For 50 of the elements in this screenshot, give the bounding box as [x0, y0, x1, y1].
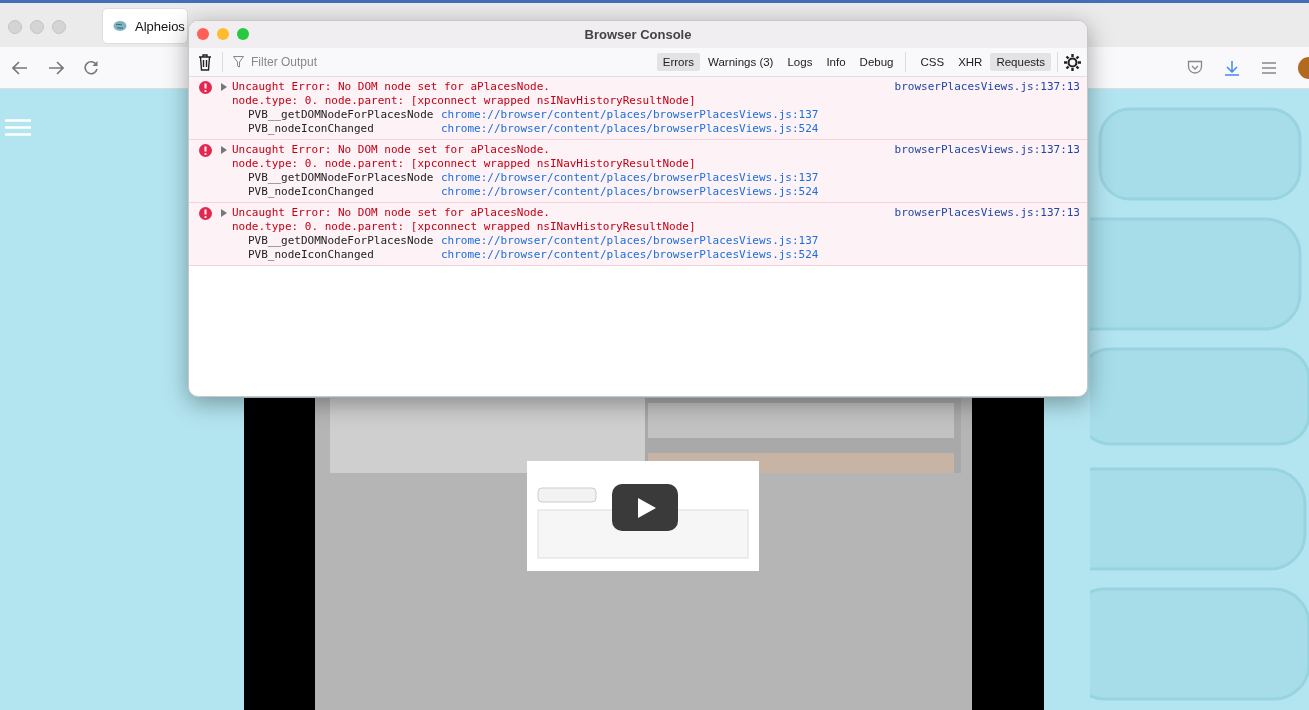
- error-icon: [199, 144, 212, 157]
- close-window-button[interactable]: [197, 28, 209, 40]
- error-icon: [199, 207, 212, 220]
- play-button[interactable]: [612, 484, 678, 531]
- error-message: Uncaught Error: No DOM node set for aPlacesNode.: [232, 143, 551, 157]
- function-name: PVB__getDOMNodeForPlacesNode: [248, 108, 435, 122]
- function-name: PVB_nodeIconChanged: [248, 122, 375, 136]
- pocket-icon[interactable]: [1187, 60, 1203, 75]
- source-link[interactable]: chrome://browser/content/places/browserPlacesViews.js:137: [441, 108, 819, 122]
- source-link[interactable]: chrome://browser/content/places/browserPlacesViews.js:524: [441, 185, 819, 199]
- filter-toggle[interactable]: Requests: [990, 53, 1051, 71]
- function-name: PVB_nodeIconChanged: [248, 248, 375, 262]
- menu-icon[interactable]: [1261, 61, 1277, 74]
- filter-toggle[interactable]: CSS: [914, 53, 951, 71]
- source-link[interactable]: browserPlacesViews.js:137:13: [894, 143, 1080, 171]
- trash-icon[interactable]: [198, 53, 212, 71]
- play-icon: [637, 496, 657, 519]
- error-message: Uncaught Error: No DOM node set for aPlacesNode.: [232, 206, 551, 220]
- filter-toggle[interactable]: Info: [820, 53, 852, 71]
- reload-icon[interactable]: [84, 60, 99, 75]
- source-link[interactable]: browserPlacesViews.js:137:13: [894, 80, 1080, 108]
- source-link[interactable]: chrome://browser/content/places/browserPlacesViews.js:524: [441, 248, 819, 262]
- expand-arrow-icon[interactable]: [221, 146, 227, 154]
- forward-icon[interactable]: [48, 60, 64, 75]
- back-icon[interactable]: [12, 60, 28, 75]
- filter-toggle[interactable]: Logs: [781, 53, 819, 71]
- filter-toggle[interactable]: XHR: [952, 53, 989, 71]
- error-icon: [199, 81, 212, 94]
- source-link[interactable]: chrome://browser/content/places/browserPlacesViews.js:137: [441, 234, 819, 248]
- function-name: PVB__getDOMNodeForPlacesNode: [248, 171, 435, 185]
- source-link[interactable]: chrome://browser/content/places/browserPlacesViews.js:137: [441, 171, 819, 185]
- settings-icon[interactable]: [1064, 53, 1081, 71]
- window-title: Browser Console: [584, 27, 692, 42]
- expand-arrow-icon[interactable]: [221, 209, 227, 217]
- function-name: PVB_nodeIconChanged: [248, 185, 375, 199]
- browser-tab[interactable]: Alpheios: [102, 8, 188, 44]
- filter-field[interactable]: Filter Output: [249, 54, 453, 70]
- error-detail: node.type: 0. node.parent: [xpconnect wrapped nsINavHistoryResultNode]: [232, 157, 697, 171]
- function-name: PVB__getDOMNodeForPlacesNode: [248, 234, 435, 248]
- download-icon[interactable]: [1224, 59, 1240, 76]
- filter-icon: [233, 56, 244, 68]
- expand-arrow-icon[interactable]: [221, 83, 227, 91]
- error-detail: node.type: 0. node.parent: [xpconnect wrapped nsINavHistoryResultNode]: [232, 220, 697, 234]
- source-link[interactable]: browserPlacesViews.js:137:13: [894, 206, 1080, 234]
- error-detail: node.type: 0. node.parent: [xpconnect wrapped nsINavHistoryResultNode]: [232, 94, 697, 108]
- source-link[interactable]: chrome://browser/content/places/browserPlacesViews.js:524: [441, 122, 819, 136]
- filter-toggle[interactable]: Debug: [853, 53, 900, 71]
- filter-toggle[interactable]: Warnings (3): [702, 53, 780, 71]
- filter-toggle[interactable]: Errors: [656, 53, 701, 71]
- error-message: Uncaught Error: No DOM node set for aPlacesNode.: [232, 80, 551, 94]
